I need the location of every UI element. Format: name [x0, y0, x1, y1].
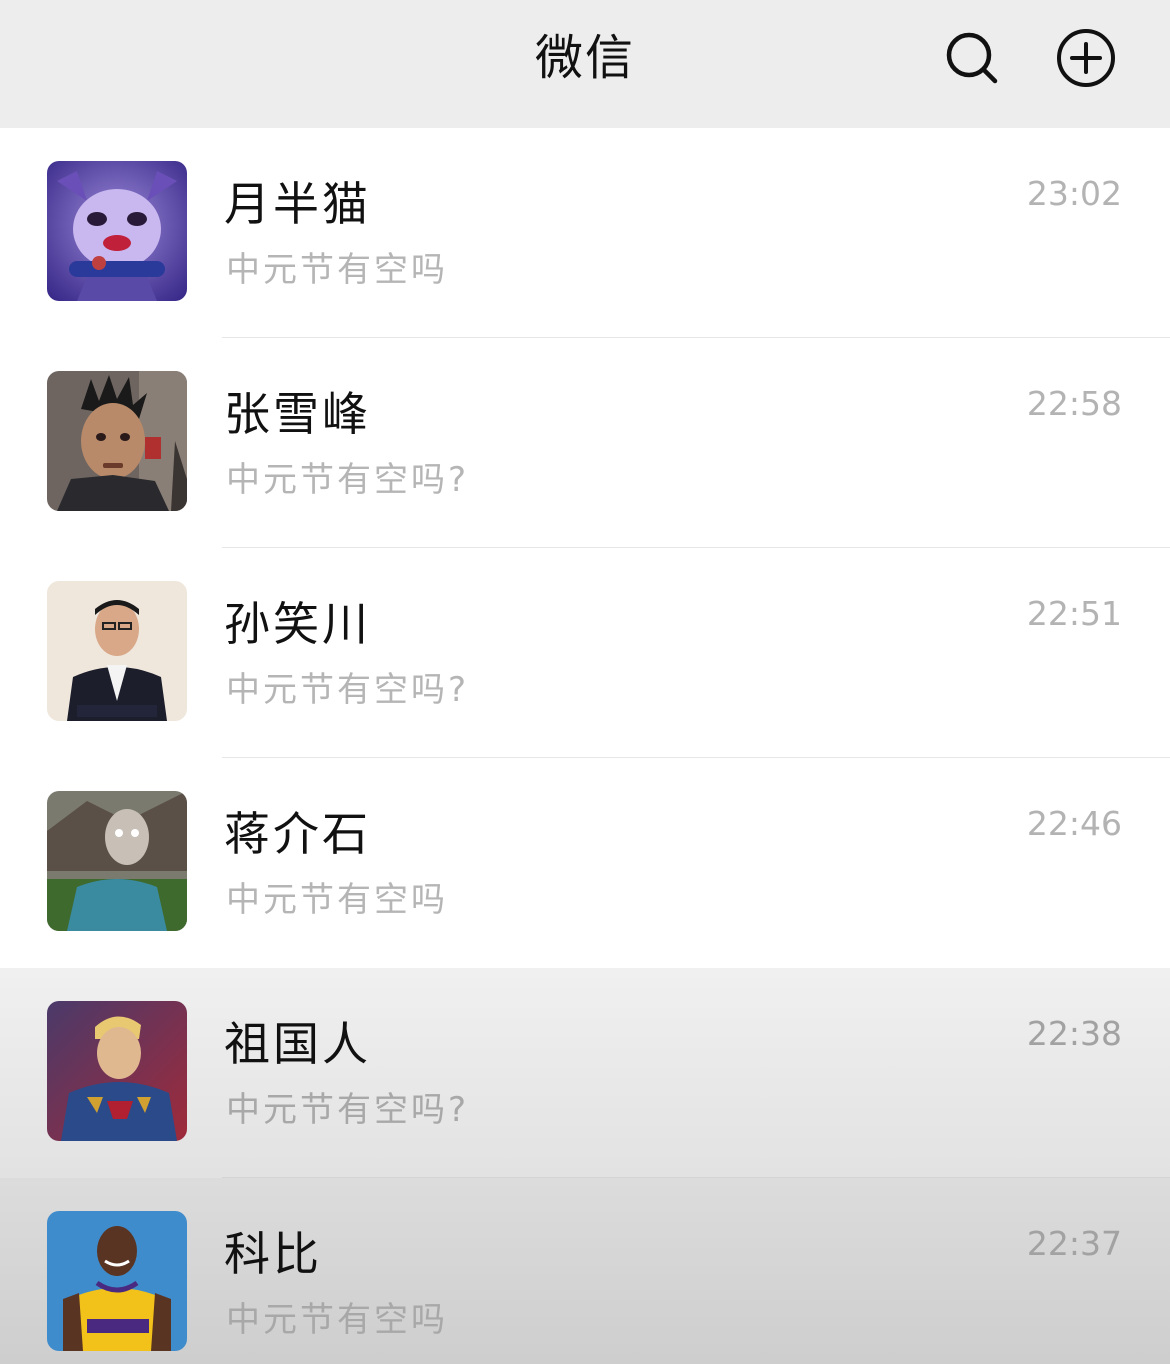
last-message: 中元节有空吗 [226, 1300, 448, 1340]
avatar[interactable] [47, 1001, 187, 1141]
chat-row[interactable]: 祖国人 中元节有空吗? 22:38 [0, 968, 1170, 1178]
last-message: 中元节有空吗? [226, 670, 470, 710]
avatar[interactable] [47, 791, 187, 931]
add-button[interactable] [1056, 28, 1116, 88]
chat-row[interactable]: 蒋介石 中元节有空吗 22:46 [0, 758, 1170, 968]
avatar[interactable] [47, 581, 187, 721]
chat-name: 科比 [224, 1227, 322, 1281]
chat-name: 孙笑川 [224, 597, 371, 651]
message-time: 23:02 [1026, 174, 1122, 213]
avatar[interactable] [47, 371, 187, 511]
message-time: 22:38 [1026, 1014, 1122, 1053]
search-button[interactable] [942, 28, 1002, 88]
last-message: 中元节有空吗 [226, 250, 448, 290]
plus-circle-icon [1057, 29, 1115, 87]
last-message: 中元节有空吗 [226, 880, 448, 920]
chat-name: 蒋介石 [224, 807, 371, 861]
chat-row[interactable]: 孙笑川 中元节有空吗? 22:51 [0, 548, 1170, 758]
search-icon [946, 32, 998, 84]
avatar[interactable] [47, 161, 187, 301]
last-message: 中元节有空吗? [226, 1090, 470, 1130]
chat-list: 月半猫 中元节有空吗 23:02 张雪峰 中元节有空吗? 22:58 孙笑川 中… [0, 128, 1170, 1364]
chat-row[interactable]: 月半猫 中元节有空吗 23:02 [0, 128, 1170, 338]
chat-row[interactable]: 张雪峰 中元节有空吗? 22:58 [0, 338, 1170, 548]
top-nav-bar: 微信 [0, 0, 1170, 128]
chat-name: 月半猫 [224, 177, 371, 231]
message-time: 22:58 [1026, 384, 1122, 423]
chat-row[interactable]: 科比 中元节有空吗 22:37 [0, 1178, 1170, 1364]
chat-name: 张雪峰 [224, 387, 371, 441]
chat-name: 祖国人 [224, 1017, 371, 1071]
message-time: 22:51 [1026, 594, 1122, 633]
message-time: 22:46 [1026, 804, 1122, 843]
last-message: 中元节有空吗? [226, 460, 470, 500]
message-time: 22:37 [1026, 1224, 1122, 1263]
wechat-chat-list-screen: 微信 月半猫 中元节有空吗 23:02 张雪峰 中元节有空吗? 22:58 孙笑… [0, 0, 1170, 1364]
avatar[interactable] [47, 1211, 187, 1351]
